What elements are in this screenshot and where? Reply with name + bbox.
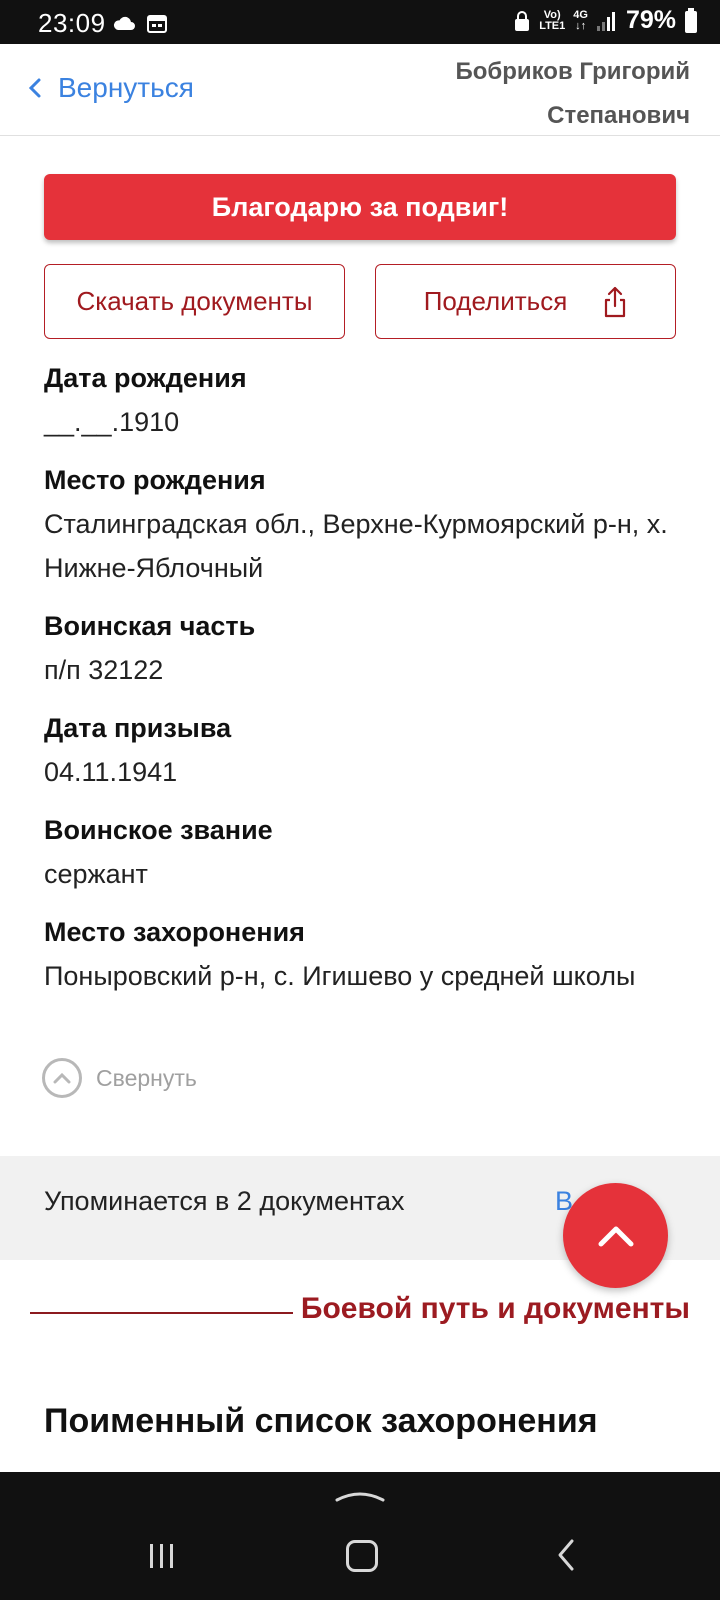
field-label: Дата рождения — [44, 363, 247, 393]
calendar-icon — [147, 15, 167, 33]
system-nav-bar — [0, 1472, 720, 1600]
field-burial-place: Место захоронения Поныровский р-н, с. Иг… — [44, 910, 684, 998]
page-header: Вернуться Бобриков Григорий Степанович — [0, 44, 720, 136]
network-type: 4G ↓↑ — [573, 8, 588, 32]
field-value: Сталинградская обл., Верхне-Курмоярский … — [44, 509, 668, 583]
field-label: Дата призыва — [44, 713, 232, 743]
battery-icon — [685, 7, 697, 33]
field-birth-place: Место рождения Сталинградская обл., Верх… — [44, 458, 684, 590]
recents-icon[interactable] — [148, 1542, 176, 1570]
field-draft-date: Дата призыва 04.11.1941 — [44, 706, 684, 794]
signal-icon — [596, 11, 615, 31]
lock-icon — [515, 10, 530, 31]
chevron-up-icon — [598, 1226, 633, 1246]
section-divider — [30, 1312, 293, 1314]
field-label: Воинское звание — [44, 815, 273, 845]
download-documents-label: Скачать документы — [76, 286, 313, 316]
status-time: 23:09 — [38, 8, 106, 38]
battery-percent: 79% — [625, 6, 676, 34]
expand-handle-icon[interactable] — [335, 1488, 385, 1502]
back-button[interactable]: Вернуться — [26, 72, 194, 104]
mentions-text: Упоминается в 2 документах — [44, 1186, 405, 1216]
field-rank: Воинское звание сержант — [44, 808, 684, 896]
network-top-text: Vo) — [543, 8, 561, 21]
back-label: Вернуться — [58, 72, 194, 103]
scroll-to-top-button[interactable] — [563, 1183, 668, 1288]
section-title: Боевой путь и документы — [300, 1292, 690, 1325]
collapse-button[interactable]: Свернуть — [42, 1058, 197, 1098]
field-label: Место захоронения — [44, 917, 305, 947]
network-bottom-text: LTE1 — [539, 19, 566, 32]
field-value: __.__.1910 — [44, 407, 180, 437]
field-value: сержант — [44, 859, 148, 889]
volte-indicator: Vo) LTE1 — [539, 8, 566, 32]
download-documents-button[interactable]: Скачать документы — [44, 264, 345, 339]
burial-list-title: Поименный список захоронения — [44, 1402, 598, 1440]
field-label: Воинская часть — [44, 611, 256, 641]
cloud-icon — [113, 16, 135, 30]
field-value: п/п 32122 — [44, 655, 164, 685]
person-name: Бобриков Григорий Степанович — [455, 58, 690, 129]
field-label: Место рождения — [44, 465, 266, 495]
signal-type-text: 4G — [573, 8, 588, 21]
back-nav-icon[interactable] — [556, 1538, 576, 1572]
chevron-up-circle-icon — [42, 1058, 82, 1098]
chevron-left-icon — [28, 78, 41, 98]
thanks-button[interactable]: Благодарю за подвиг! — [44, 174, 676, 240]
field-birth-date: Дата рождения __.__.1910 — [44, 356, 684, 444]
status-icons-right: Vo) LTE1 4G ↓↑ 79% — [513, 6, 698, 35]
field-value: 04.11.1941 — [44, 757, 178, 787]
field-value: Поныровский р-н, с. Игишево у средней шк… — [44, 961, 636, 991]
soldier-info: Дата рождения __.__.1910 Место рождения … — [44, 356, 684, 1012]
status-icons-left — [112, 12, 168, 34]
status-bar: 23:09 Vo) LTE1 4G ↓↑ 79% — [0, 0, 720, 44]
share-button[interactable]: Поделиться — [375, 264, 676, 339]
data-arrows-icon: ↓↑ — [575, 19, 587, 32]
home-icon[interactable] — [346, 1540, 378, 1572]
collapse-label: Свернуть — [96, 1064, 197, 1091]
share-icon — [605, 286, 626, 317]
field-military-unit: Воинская часть п/п 32122 — [44, 604, 684, 692]
share-label: Поделиться — [423, 286, 568, 316]
